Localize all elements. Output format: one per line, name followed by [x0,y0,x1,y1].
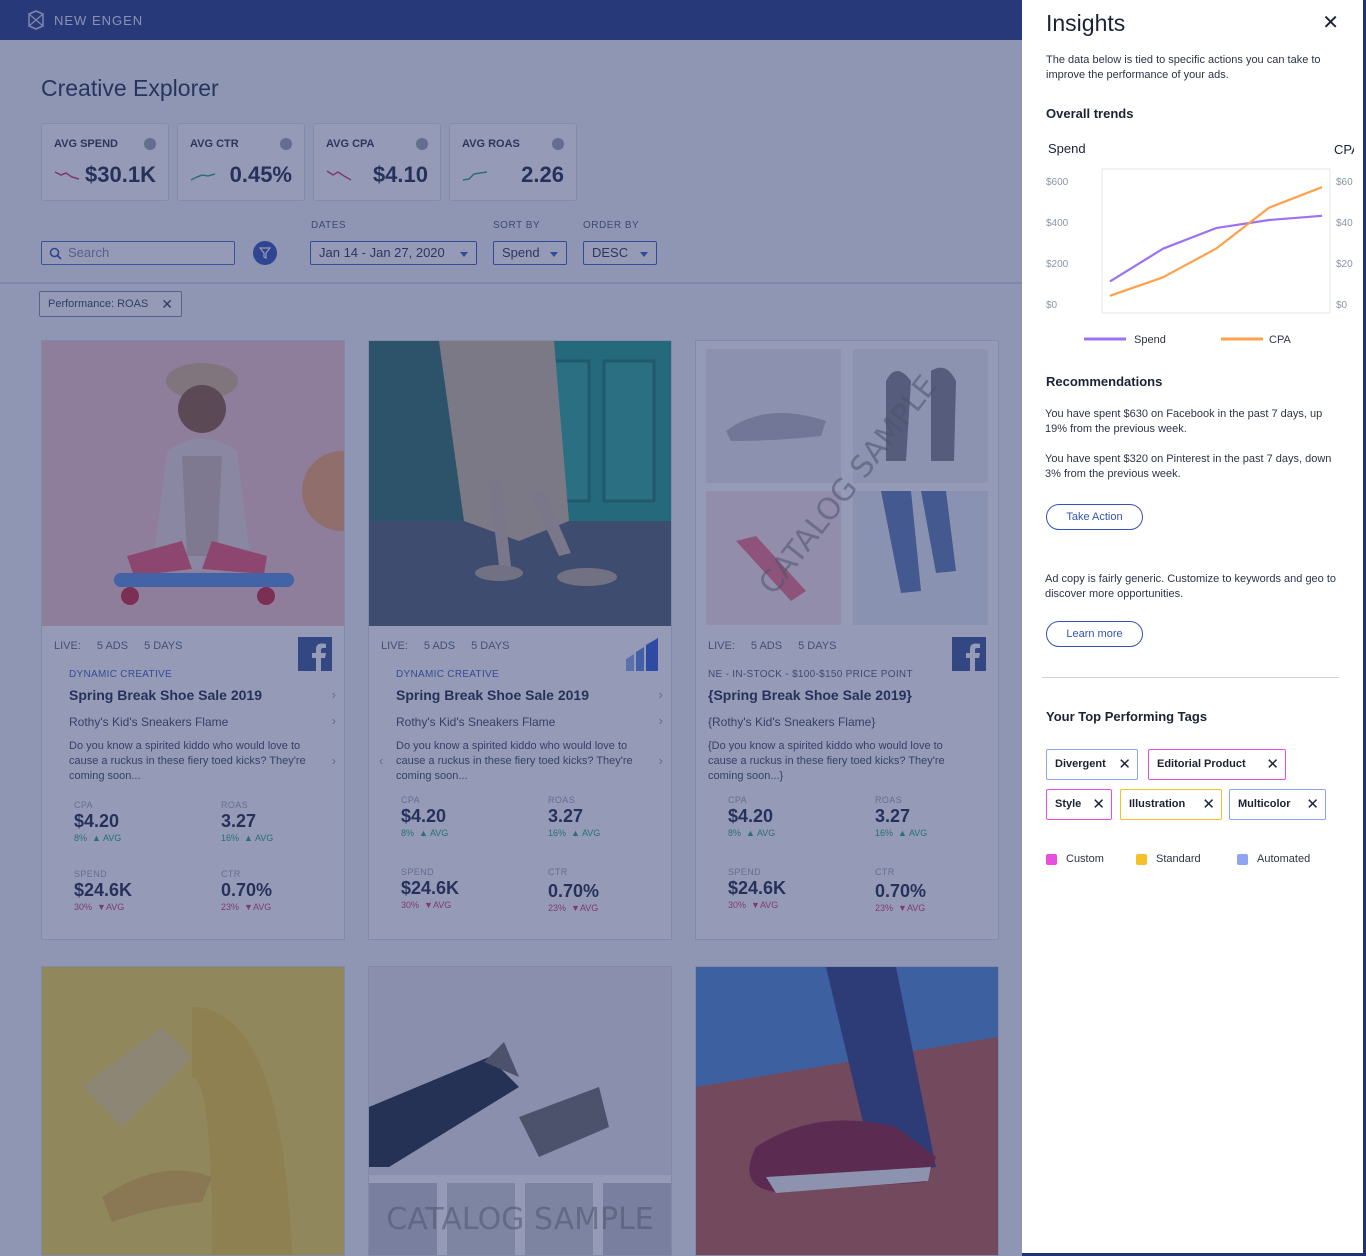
close-icon[interactable]: ✕ [1202,790,1215,819]
insights-panel: Insights ✕ The data below is tied to spe… [1022,0,1366,1256]
legend-label: Custom [1066,853,1104,865]
y-tick-left: $200 [1046,259,1069,270]
legend-automated: Automated [1237,853,1310,865]
close-icon[interactable]: ✕ [1322,10,1339,35]
tag-style[interactable]: Style ✕ [1046,789,1112,820]
modal-backdrop[interactable] [0,0,1022,1256]
y-tick-right: $60 [1336,177,1353,188]
tag-label: Illustration [1129,798,1186,810]
swatch-icon [1237,853,1248,865]
legend-label: CPA [1269,334,1291,346]
close-icon[interactable]: ✕ [1092,790,1105,819]
y-tick-right: $0 [1336,300,1348,311]
tag-multicolor[interactable]: Multicolor ✕ [1229,789,1326,820]
y-ticks-left: $600 $400 $200 $0 [1046,177,1069,311]
trends-heading: Overall trends [1046,106,1134,121]
plot-area [1101,168,1331,314]
learn-more-button[interactable]: Learn more [1046,621,1143,647]
tag-label: Multicolor [1238,798,1291,810]
panel-description: The data below is tied to specific actio… [1046,54,1321,81]
close-icon[interactable]: ✕ [1118,750,1131,779]
tag-label: Divergent [1055,758,1106,770]
y-tick-left: $400 [1046,218,1069,229]
y-ticks-right: $60 $40 $20 $0 [1336,177,1353,311]
tag-label: Editorial Product [1157,758,1246,770]
y-tick-left: $0 [1046,300,1058,311]
swatch-icon [1136,853,1147,865]
tags-heading: Your Top Performing Tags [1046,709,1208,724]
legend-label: Standard [1156,853,1201,865]
divider [1042,677,1339,678]
recommendation-facebook: You have spent $630 on Facebook in the p… [1045,408,1323,435]
recommendations-heading: Recommendations [1046,374,1163,389]
swatch-icon [1046,853,1057,865]
y-axis-left-title: Spend [1048,141,1086,156]
take-action-button[interactable]: Take Action [1046,504,1143,530]
chart-legend: Spend CPA [1084,334,1291,346]
legend-custom: Custom [1046,853,1104,865]
legend-label: Automated [1257,853,1311,865]
y-tick-right: $20 [1336,259,1353,270]
tag-editorial-product[interactable]: Editorial Product ✕ [1148,749,1286,780]
legend-label: Spend [1134,334,1166,346]
recommendation-pinterest: You have spent $320 on Pinterest in the … [1045,453,1332,480]
tag-label: Style [1055,798,1082,810]
recommendation-ad-copy: Ad copy is fairly generic. Customize to … [1045,573,1337,600]
y-tick-right: $40 [1336,218,1353,229]
panel-title: Insights [1046,10,1126,36]
y-axis-right-title: CPA [1334,142,1354,157]
close-icon[interactable]: ✕ [1306,790,1319,819]
tag-illustration[interactable]: Illustration ✕ [1120,789,1222,820]
y-tick-left: $600 [1046,177,1069,188]
overall-trends-chart: Spend CPA $600 $400 $200 $0 $60 $40 $20 $0 Spe… [1046,141,1354,346]
legend-standard: Standard [1136,853,1201,865]
tag-divergent[interactable]: Divergent ✕ [1046,749,1138,780]
close-icon[interactable]: ✕ [1266,750,1279,779]
